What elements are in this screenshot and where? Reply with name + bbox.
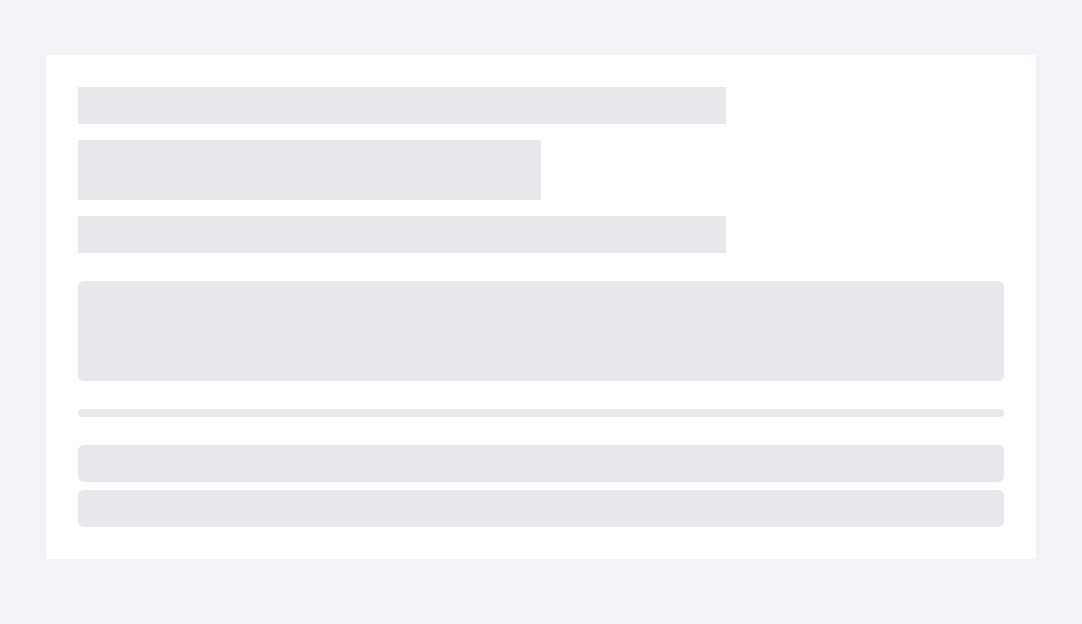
skeleton-row: [78, 490, 1004, 527]
skeleton-content-block: [78, 281, 1004, 381]
loading-card: [46, 55, 1036, 559]
skeleton-row: [78, 445, 1004, 482]
skeleton-divider: [78, 409, 1004, 417]
page-background: { "state": "loading", "colors": { "backg…: [0, 0, 1082, 624]
skeleton-title-line: [78, 87, 726, 124]
skeleton-text-line: [78, 216, 726, 253]
skeleton-subtitle-block: [78, 140, 541, 200]
